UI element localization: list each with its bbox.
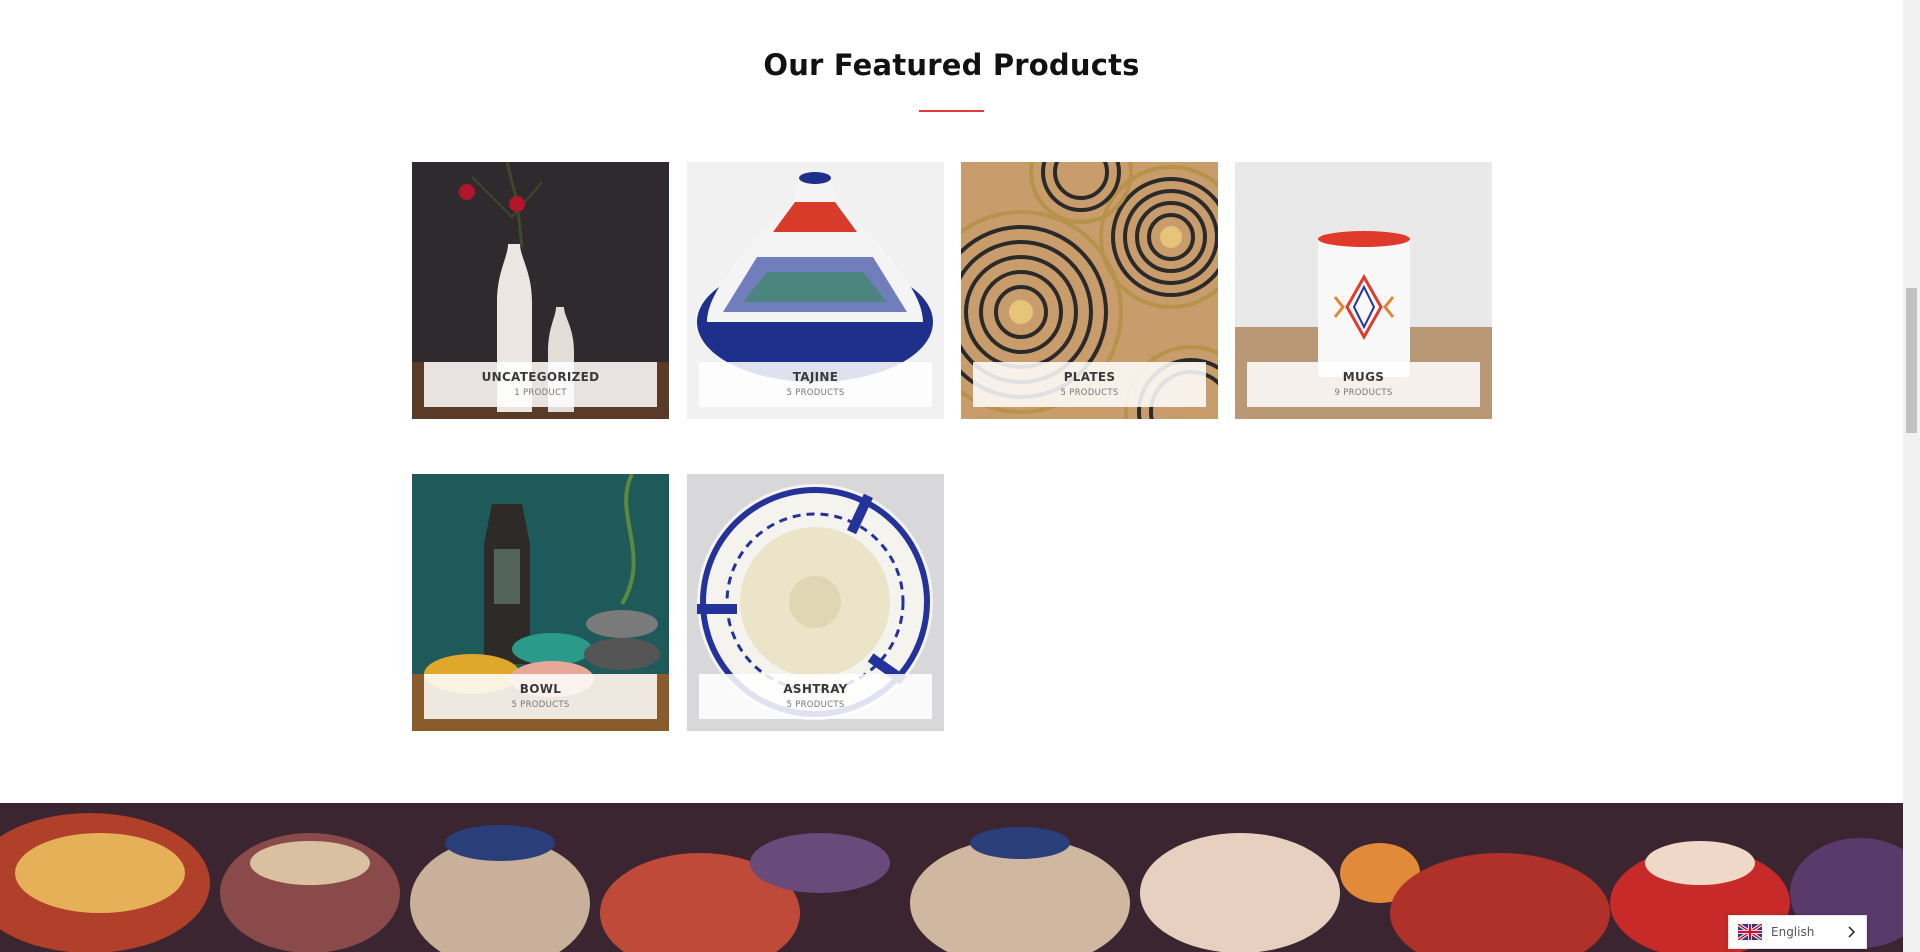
language-label: English — [1771, 925, 1815, 939]
category-count: 5 PRODUCTS — [786, 388, 845, 398]
category-name: BOWL — [519, 682, 562, 696]
category-card-uncategorized[interactable]: UNCATEGORIZED 1 PRODUCT — [412, 162, 669, 419]
title-divider — [919, 110, 984, 112]
section-title: Our Featured Products — [763, 48, 1140, 82]
category-label-box: PLATES 5 PRODUCTS — [973, 362, 1206, 407]
page-scrollbar[interactable] — [1903, 0, 1920, 952]
category-card-tajine[interactable]: TAJINE 5 PRODUCTS — [687, 162, 944, 419]
category-count: 5 PRODUCTS — [786, 700, 845, 710]
category-label-box: ASHTRAY 5 PRODUCTS — [699, 674, 932, 719]
scrollbar-thumb[interactable] — [1906, 288, 1917, 433]
category-label-box: MUGS 9 PRODUCTS — [1247, 362, 1480, 407]
pottery-banner-image — [0, 803, 1903, 952]
category-name: TAJINE — [792, 370, 839, 384]
page: Our Featured Products UNCATEGORIZED 1 PR… — [0, 0, 1903, 952]
category-card-ashtray[interactable]: ASHTRAY 5 PRODUCTS — [687, 474, 944, 731]
category-name: MUGS — [1342, 370, 1385, 384]
category-count: 5 PRODUCTS — [511, 700, 570, 710]
category-card-bowl[interactable]: BOWL 5 PRODUCTS — [412, 474, 669, 731]
category-name: UNCATEGORIZED — [481, 370, 600, 384]
category-label-box: TAJINE 5 PRODUCTS — [699, 362, 932, 407]
category-label-box: BOWL 5 PRODUCTS — [424, 674, 657, 719]
language-switcher[interactable]: English — [1728, 915, 1867, 949]
chevron-right-icon — [1848, 926, 1856, 938]
category-count: 1 PRODUCT — [514, 388, 567, 398]
category-card-plates[interactable]: PLATES 5 PRODUCTS — [961, 162, 1218, 419]
category-name: ASHTRAY — [783, 682, 848, 696]
uk-flag-icon — [1738, 924, 1762, 940]
category-count: 5 PRODUCTS — [1060, 388, 1119, 398]
category-card-mugs[interactable]: MUGS 9 PRODUCTS — [1235, 162, 1492, 419]
category-label-box: UNCATEGORIZED 1 PRODUCT — [424, 362, 657, 407]
category-name: PLATES — [1063, 370, 1116, 384]
category-count: 9 PRODUCTS — [1334, 388, 1393, 398]
